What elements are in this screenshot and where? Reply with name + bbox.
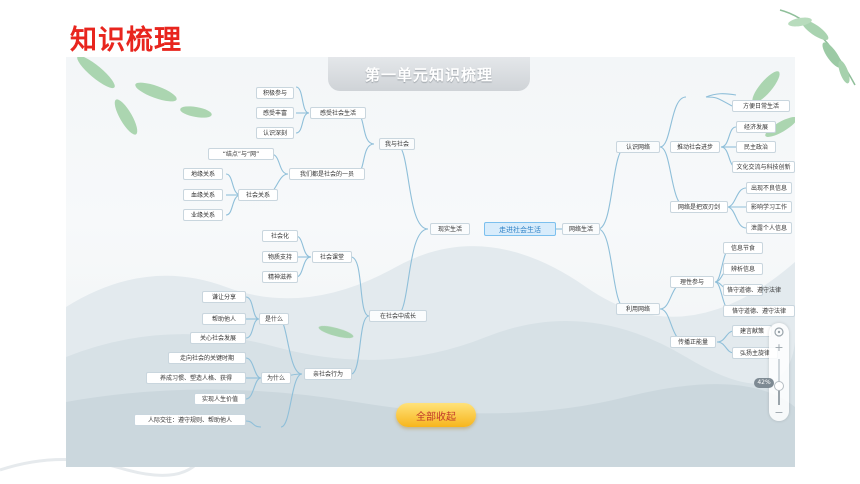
- fit-view-icon[interactable]: [773, 326, 785, 338]
- node-classroom-item[interactable]: 物质支持: [262, 251, 298, 263]
- node-what[interactable]: 是什么: [259, 313, 289, 325]
- node-promote-item[interactable]: 文化交流与科技创新: [732, 161, 795, 173]
- zoom-slider-handle[interactable]: [774, 380, 784, 391]
- node-what-item[interactable]: 谦让分享: [202, 291, 246, 303]
- node-rational-item[interactable]: 辨析信息: [723, 263, 763, 275]
- mindmap-canvas[interactable]: 第一单元知识梳理 走进社会生活 现实生活 网络生活 我与社会 感受社会生活 积极…: [66, 57, 795, 467]
- zoom-in-button[interactable]: +: [769, 341, 789, 355]
- node-relation-item[interactable]: 血缘关系: [183, 189, 223, 201]
- node-network-life[interactable]: 网络生活: [562, 223, 600, 235]
- node-double-edge[interactable]: 网络是把双刃剑: [670, 201, 728, 213]
- node-rational[interactable]: 理性参与: [670, 276, 714, 288]
- node-double-item[interactable]: 影响学习工作: [746, 201, 792, 213]
- mindmap-root-node[interactable]: 走进社会生活: [484, 222, 556, 236]
- node-classroom-item[interactable]: 精神滋养: [262, 271, 298, 283]
- node-what-item[interactable]: 关心社会发展: [190, 332, 246, 344]
- node-classroom-item[interactable]: 社会化: [262, 230, 298, 242]
- node-how-item[interactable]: 人际交往：遵守规则、帮助他人: [134, 414, 246, 426]
- node-feel-item[interactable]: 积极参与: [256, 87, 294, 99]
- collapse-all-button[interactable]: 全部收起: [396, 403, 476, 427]
- node-member-item[interactable]: “结点”与“网”: [208, 148, 274, 160]
- node-spread-item[interactable]: 建言献策: [732, 325, 772, 337]
- node-feel-item[interactable]: 认识深刻: [256, 127, 294, 139]
- node-rational-item[interactable]: 恪守道德、遵守法律: [723, 305, 795, 317]
- node-spread[interactable]: 传播正能量: [670, 336, 716, 348]
- node-relation-item[interactable]: 地缘关系: [183, 168, 223, 180]
- node-member[interactable]: 我们都是社会的一员: [289, 168, 365, 180]
- zoom-panel: + −: [769, 323, 789, 421]
- slide-title: 知识梳理: [70, 25, 182, 56]
- node-feel-item[interactable]: 感受丰富: [256, 107, 294, 119]
- node-grow[interactable]: 在社会中成长: [369, 310, 427, 322]
- node-why-item[interactable]: 养成习惯、塑造人格、获得: [146, 372, 246, 384]
- node-why[interactable]: 为什么: [261, 372, 291, 384]
- node-promote-item[interactable]: 经济发展: [736, 121, 776, 133]
- node-reality-life[interactable]: 现实生活: [430, 223, 470, 235]
- node-rational-item[interactable]: 信息节食: [723, 242, 763, 254]
- node-top-item[interactable]: 方便日常生活: [732, 100, 790, 112]
- node-why-item[interactable]: 走向社会的关键时期: [168, 352, 246, 364]
- node-use-network[interactable]: 利用网络: [616, 303, 660, 315]
- node-feel-life[interactable]: 感受社会生活: [310, 107, 366, 119]
- node-me-society[interactable]: 我与社会: [379, 138, 415, 150]
- zoom-level-badge: 42%: [754, 378, 774, 388]
- node-rational-item[interactable]: 恪守道德、遵守法律: [723, 284, 781, 296]
- node-relation-item[interactable]: 业缘关系: [183, 209, 223, 221]
- zoom-out-button[interactable]: −: [769, 406, 789, 420]
- node-why-item[interactable]: 实现人生价值: [194, 393, 246, 405]
- node-relation[interactable]: 社会关系: [238, 189, 278, 201]
- node-behavior[interactable]: 亲社会行为: [304, 368, 352, 380]
- node-classroom[interactable]: 社会课堂: [312, 251, 352, 263]
- node-recognize[interactable]: 认识网络: [616, 141, 660, 153]
- node-double-item[interactable]: 出现不良信息: [746, 182, 792, 194]
- node-promote-item[interactable]: 民主政治: [736, 141, 776, 153]
- node-what-item[interactable]: 帮助他人: [202, 313, 246, 325]
- node-double-item[interactable]: 泄露个人信息: [746, 222, 792, 234]
- node-promote[interactable]: 推动社会进步: [670, 141, 720, 153]
